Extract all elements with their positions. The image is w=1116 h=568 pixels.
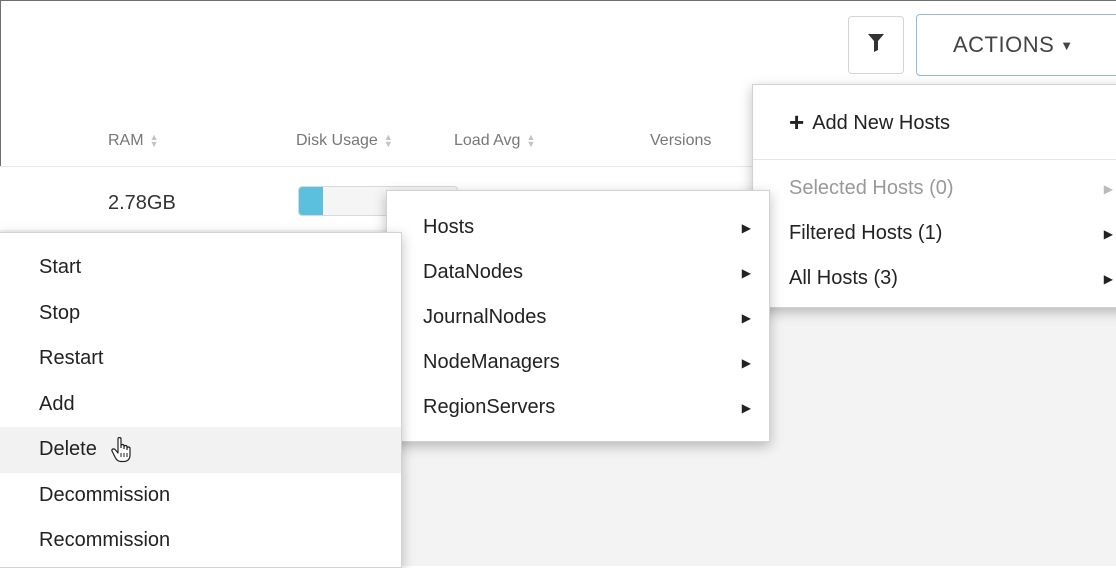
submenu-item-hosts[interactable]: Hosts ▶: [387, 205, 769, 250]
disk-usage-fill: [299, 187, 323, 215]
operation-item-delete[interactable]: Delete: [0, 427, 401, 473]
filter-icon: [868, 33, 884, 57]
operation-item-start[interactable]: Start: [0, 245, 401, 291]
chevron-right-icon: ▶: [1103, 181, 1113, 196]
submenu-item-datanodes[interactable]: DataNodes ▶: [387, 250, 769, 295]
caret-down-icon: ▼: [1060, 37, 1074, 53]
operation-item-stop[interactable]: Stop: [0, 291, 401, 337]
submenu-item-nodemanagers[interactable]: NodeManagers ▶: [387, 340, 769, 385]
chevron-right-icon: ▶: [741, 220, 751, 235]
sort-icon: ▲ ▼: [149, 132, 159, 149]
chevron-right-icon: ▶: [741, 265, 751, 280]
column-header-disk-usage[interactable]: Disk Usage ▲ ▼: [296, 132, 393, 150]
sort-icon: ▲ ▼: [383, 132, 393, 149]
menu-divider: [753, 159, 1116, 160]
operation-item-recommission[interactable]: Recommission: [0, 518, 401, 564]
operation-submenu: Start Stop Restart Add Delete Decommissi…: [0, 232, 402, 568]
column-header-ram[interactable]: RAM ▲ ▼: [108, 132, 158, 150]
selected-hosts-item: Selected Hosts (0) ▶: [789, 177, 1113, 199]
operation-item-decommission[interactable]: Decommission: [0, 473, 401, 519]
actions-button[interactable]: ACTIONS ▼: [916, 14, 1116, 76]
filtered-hosts-item[interactable]: Filtered Hosts (1) ▶: [753, 211, 1116, 256]
operation-item-add[interactable]: Add: [0, 382, 401, 428]
plus-icon: +: [789, 106, 805, 137]
actions-dropdown: + Add New Hosts Selected Hosts (0) ▶ Fil…: [752, 84, 1116, 308]
chevron-right-icon: ▶: [1103, 226, 1113, 241]
submenu-item-journalnodes[interactable]: JournalNodes ▶: [387, 295, 769, 340]
actions-label: ACTIONS: [953, 32, 1055, 57]
operation-item-restart[interactable]: Restart: [0, 336, 401, 382]
ram-value: 2.78GB: [108, 192, 176, 214]
filter-button[interactable]: [848, 16, 904, 74]
submenu-item-regionservers[interactable]: RegionServers ▶: [387, 385, 769, 430]
component-submenu: Hosts ▶ DataNodes ▶ JournalNodes ▶ NodeM…: [386, 190, 770, 442]
all-hosts-item[interactable]: All Hosts (3) ▶: [753, 256, 1116, 301]
column-header-load-avg[interactable]: Load Avg ▲ ▼: [454, 132, 535, 150]
sort-icon: ▲ ▼: [526, 132, 536, 149]
chevron-right-icon: ▶: [741, 400, 751, 415]
hand-pointer-icon: [111, 436, 133, 463]
add-new-hosts-item[interactable]: + Add New Hosts: [753, 95, 1116, 151]
chevron-right-icon: ▶: [741, 355, 751, 370]
column-header-versions[interactable]: Versions: [650, 132, 711, 150]
chevron-right-icon: ▶: [1103, 271, 1113, 286]
chevron-right-icon: ▶: [741, 310, 751, 325]
